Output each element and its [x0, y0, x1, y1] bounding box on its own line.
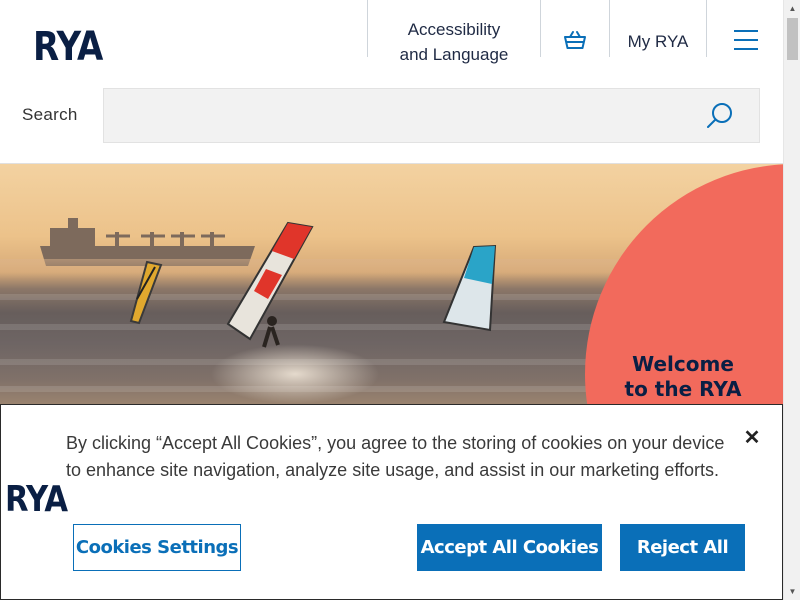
search-label: Search — [22, 105, 78, 124]
page-scrollbar[interactable]: ▲ ▼ — [783, 0, 800, 600]
accept-all-cookies-button[interactable]: Accept All Cookies — [417, 524, 602, 571]
windsurfer-blue-sail-image — [442, 244, 497, 332]
accessibility-label-line2: and Language — [399, 45, 509, 64]
scroll-thumb[interactable] — [787, 18, 798, 60]
basket-icon — [564, 31, 586, 49]
site-header: RYA Accessibility and Language My RYA Se… — [0, 0, 783, 164]
hero-banner: Welcome to the RYA — [0, 164, 783, 404]
my-rya-link[interactable]: My RYA — [610, 30, 706, 54]
hamburger-menu-icon — [734, 30, 758, 50]
cookie-banner-logo: RYA — [5, 479, 68, 520]
cookie-consent-text: By clicking “Accept All Cookies”, you ag… — [66, 433, 725, 480]
welcome-line1: Welcome — [632, 352, 734, 376]
close-icon[interactable]: ✕ — [738, 423, 766, 451]
search-icon — [707, 103, 732, 128]
scroll-up-arrow-icon[interactable]: ▲ — [784, 0, 800, 17]
rya-logo[interactable]: RYA — [33, 24, 103, 70]
windsurfer-left-image — [129, 260, 163, 325]
accessibility-language-link[interactable]: Accessibility and Language — [368, 17, 540, 67]
reject-all-button[interactable]: Reject All — [620, 524, 745, 571]
cookies-settings-button[interactable]: Cookies Settings — [73, 524, 241, 571]
welcome-line2: to the RYA — [624, 377, 742, 401]
scroll-down-arrow-icon[interactable]: ▼ — [784, 583, 800, 600]
search-button[interactable] — [700, 96, 740, 136]
welcome-heading: Welcome to the RYA — [608, 352, 758, 402]
basket-button[interactable] — [541, 26, 609, 54]
accessibility-label-line1: Accessibility — [407, 20, 501, 39]
search-input[interactable] — [103, 88, 760, 143]
menu-button[interactable] — [708, 24, 784, 56]
cookie-consent-banner: RYA By clicking “Accept All Cookies”, yo… — [0, 404, 783, 600]
nav-divider — [706, 0, 707, 57]
windsurfer-red-sail-image — [226, 221, 314, 348]
